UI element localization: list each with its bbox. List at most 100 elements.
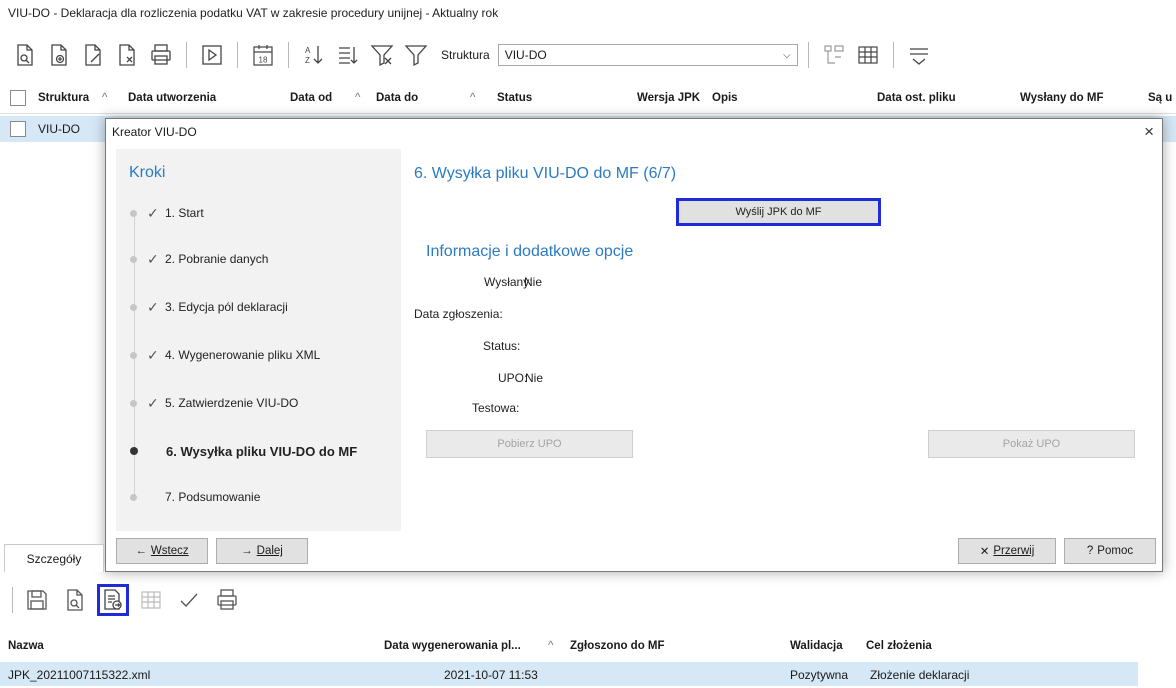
calendar-icon[interactable]: 18 bbox=[248, 40, 278, 70]
column-header[interactable]: Struktura bbox=[38, 92, 89, 104]
column-header[interactable]: Data ost. pliku bbox=[877, 92, 956, 104]
toolbar-separator bbox=[807, 42, 809, 68]
delete-document-icon[interactable] bbox=[112, 40, 142, 70]
step-label: 3. Edycja pól deklaracji bbox=[165, 300, 288, 314]
step-label: 1. Start bbox=[165, 206, 204, 220]
row-checkbox[interactable] bbox=[10, 121, 26, 137]
dialog-title: Kreator VIU-DO bbox=[112, 125, 197, 139]
cancel-button[interactable]: ✕ Przerwij bbox=[958, 538, 1056, 564]
chevron-down-icon: ⌵ bbox=[783, 49, 791, 61]
filter-icon[interactable] bbox=[401, 40, 431, 70]
steps-title: Kroki bbox=[129, 164, 166, 181]
column-header[interactable]: Opis bbox=[712, 92, 738, 104]
step-dot-icon bbox=[130, 351, 137, 359]
column-header[interactable]: Walidacja bbox=[790, 640, 843, 652]
send-jpk-button[interactable]: Wyślij JPK do MF bbox=[676, 198, 881, 226]
table-row[interactable]: JPK_20211007115322.xml 2021-10-07 11:53 … bbox=[0, 662, 1138, 686]
print-icon[interactable] bbox=[146, 40, 176, 70]
table-cell: VIU-DO bbox=[38, 122, 80, 136]
grid-header: Struktura ^ Data utworzenia Data od ^ Da… bbox=[0, 84, 1176, 114]
calendar-day: 18 bbox=[259, 56, 268, 65]
sort-up-icon: ^ bbox=[102, 92, 108, 104]
step-dot-icon bbox=[130, 303, 137, 311]
download-upo-button[interactable]: Pobierz UPO bbox=[426, 430, 633, 458]
close-icon[interactable]: × bbox=[1144, 122, 1154, 142]
submission-date-label: Data zgłoszenia: bbox=[414, 307, 503, 321]
next-label: Dalej bbox=[256, 545, 283, 557]
step-item: 7. Podsumowanie bbox=[130, 487, 400, 507]
help-icon: ? bbox=[1086, 545, 1094, 557]
column-header[interactable]: Status bbox=[497, 92, 532, 104]
window-title: VIU-DO - Deklaracja dla rozliczenia poda… bbox=[8, 6, 499, 20]
select-all-checkbox[interactable] bbox=[10, 90, 26, 106]
arrow-right-icon: → bbox=[241, 545, 253, 557]
column-header[interactable]: Nazwa bbox=[8, 640, 44, 652]
arrow-left-icon: ← bbox=[135, 545, 147, 557]
step-content-title: 6. Wysyłka pliku VIU-DO do MF (6/7) bbox=[414, 165, 677, 182]
show-upo-button[interactable]: Pokaż UPO bbox=[928, 430, 1135, 458]
structure-select[interactable]: VIU-DO ⌵ bbox=[497, 44, 798, 66]
sent-value: Nie bbox=[524, 275, 543, 289]
sort-list-icon[interactable] bbox=[333, 40, 363, 70]
step-label: 4. Wygenerowanie pliku XML bbox=[165, 348, 321, 362]
column-header[interactable]: Są u bbox=[1148, 92, 1172, 104]
run-icon[interactable] bbox=[197, 40, 227, 70]
toolbar-separator bbox=[12, 587, 13, 613]
column-header[interactable]: Data od bbox=[290, 92, 332, 104]
file-name-cell: JPK_20211007115322.xml bbox=[8, 668, 151, 682]
step-label: 2. Pobranie danych bbox=[165, 252, 269, 266]
status-label: Status: bbox=[483, 339, 521, 353]
save-icon[interactable] bbox=[21, 584, 53, 616]
add-document-icon[interactable] bbox=[44, 40, 74, 70]
check-icon: ✓ bbox=[147, 204, 159, 221]
sort-az-icon[interactable]: AZ bbox=[299, 40, 329, 70]
print-icon[interactable] bbox=[211, 584, 243, 616]
step-label: 5. Zatwierdzenie VIU-DO bbox=[165, 396, 299, 410]
step-item: ✓ 4. Wygenerowanie pliku XML bbox=[130, 345, 400, 365]
preview-document-icon[interactable] bbox=[59, 584, 91, 616]
options-menu-icon[interactable] bbox=[904, 40, 934, 70]
main-toolbar: 18 AZ Struktura VIU-DO ⌵ bbox=[10, 38, 934, 72]
column-header[interactable]: Data utworzenia bbox=[128, 92, 216, 104]
sort-up-icon: ^ bbox=[355, 92, 361, 104]
check-icon[interactable] bbox=[173, 584, 205, 616]
tree-view-icon[interactable] bbox=[819, 40, 849, 70]
column-header[interactable]: Data wygenerowania pl... bbox=[384, 640, 521, 652]
help-button[interactable]: ? Pomoc bbox=[1064, 538, 1156, 564]
check-icon: ✓ bbox=[147, 346, 159, 363]
details-toolbar bbox=[10, 580, 243, 620]
filter-clear-icon[interactable] bbox=[367, 40, 397, 70]
validation-cell: Pozytywna bbox=[790, 668, 849, 682]
column-header[interactable]: Wysłany do MF bbox=[1020, 92, 1104, 104]
check-icon: ✓ bbox=[147, 394, 159, 411]
sort-up-icon: ^ bbox=[548, 640, 554, 652]
column-header[interactable]: Cel złożenia bbox=[866, 640, 932, 652]
export-file-icon[interactable] bbox=[97, 584, 129, 616]
next-button[interactable]: → Dalej bbox=[216, 538, 308, 564]
cancel-label: Przerwij bbox=[993, 545, 1035, 557]
back-button[interactable]: ← Wstecz bbox=[116, 538, 208, 564]
step-dot-icon bbox=[130, 399, 137, 407]
check-icon: ✓ bbox=[147, 250, 159, 267]
column-header[interactable]: Data do bbox=[376, 92, 418, 104]
toolbar-separator bbox=[892, 42, 894, 68]
step-label: 7. Podsumowanie bbox=[165, 490, 261, 504]
help-label: Pomoc bbox=[1097, 545, 1134, 557]
upo-value: Nie bbox=[525, 371, 544, 385]
structure-select-value: VIU-DO bbox=[504, 48, 547, 62]
preview-document-icon[interactable] bbox=[10, 40, 40, 70]
info-section-title: Informacje i dodatkowe opcje bbox=[426, 243, 634, 260]
column-header[interactable]: Wersja JPK bbox=[637, 92, 700, 104]
sort-up-icon: ^ bbox=[470, 92, 476, 104]
column-header[interactable]: Zgłoszono do MF bbox=[570, 640, 665, 652]
grid-icon[interactable] bbox=[853, 40, 883, 70]
toolbar-separator bbox=[186, 42, 187, 68]
table-icon[interactable] bbox=[135, 584, 167, 616]
details-grid-header: Nazwa Data wygenerowania pl... ^ Zgłoszo… bbox=[0, 636, 1176, 656]
edit-document-icon[interactable] bbox=[78, 40, 108, 70]
step-item: ✓ 2. Pobranie danych bbox=[130, 249, 400, 269]
step-dot-icon bbox=[130, 493, 137, 501]
test-label: Testowa: bbox=[472, 401, 520, 415]
tab-details[interactable]: Szczegóły bbox=[4, 544, 104, 572]
check-icon: ✓ bbox=[147, 298, 159, 315]
